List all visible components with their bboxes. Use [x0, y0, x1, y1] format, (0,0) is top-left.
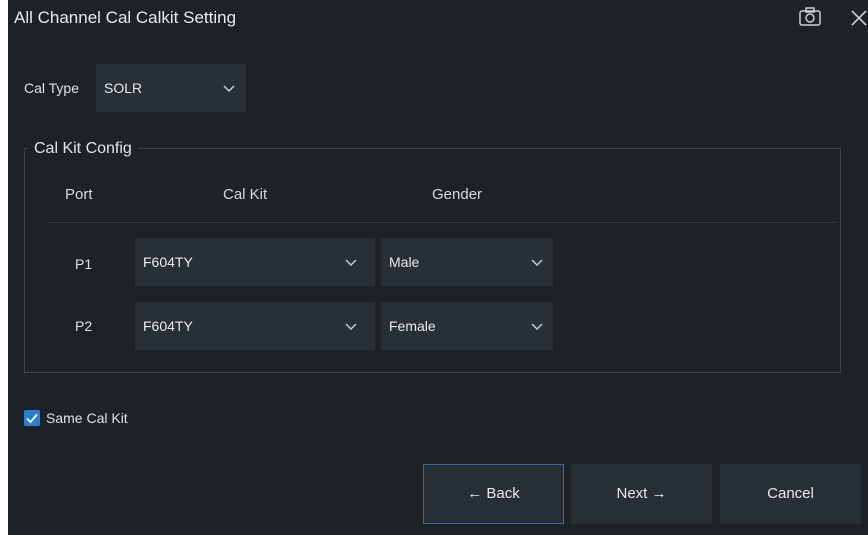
chevron-down-icon — [223, 85, 235, 93]
dialog-title: All Channel Cal Calkit Setting — [14, 8, 237, 27]
calkit-setting-dialog: All Channel Cal Calkit Setting Cal Type … — [8, 0, 868, 535]
same-cal-kit-label: Same Cal Kit — [46, 410, 128, 426]
title-bar: All Channel Cal Calkit Setting — [8, 0, 868, 40]
cal-kit-config-legend: Cal Kit Config — [28, 140, 138, 158]
next-button[interactable]: Next → — [571, 464, 712, 524]
chevron-down-icon — [345, 259, 357, 267]
port-label-p2: P2 — [75, 318, 93, 334]
cal-kit-column-header: Cal Kit — [223, 186, 268, 203]
cal-type-label: Cal Type — [24, 80, 79, 96]
cancel-button[interactable]: Cancel — [720, 464, 861, 524]
gender-column-header: Gender — [432, 186, 483, 203]
back-button[interactable]: ← Back — [423, 464, 564, 524]
port-column-header: Port — [65, 186, 93, 203]
same-cal-kit-checkbox[interactable] — [24, 410, 40, 426]
cal-type-select[interactable]: SOLR — [96, 64, 246, 112]
chevron-down-icon — [531, 323, 543, 331]
header-divider — [48, 222, 836, 223]
port-label-p1: P1 — [75, 256, 93, 272]
checkmark-icon — [26, 413, 38, 424]
gender-select-p2[interactable]: Female — [381, 302, 553, 350]
close-icon[interactable] — [850, 6, 868, 28]
cal-kit-value-p2: F604TY — [143, 318, 193, 334]
gender-value-p2: Female — [389, 318, 436, 334]
cal-kit-select-p2[interactable]: F604TY — [135, 302, 375, 350]
cal-type-value: SOLR — [104, 80, 143, 96]
gender-select-p1[interactable]: Male — [381, 238, 553, 286]
camera-icon[interactable] — [797, 6, 823, 28]
gender-value-p1: Male — [389, 254, 420, 270]
cal-kit-value-p1: F604TY — [143, 254, 193, 270]
chevron-down-icon — [345, 323, 357, 331]
chevron-down-icon — [531, 259, 543, 267]
cal-kit-select-p1[interactable]: F604TY — [135, 238, 375, 286]
